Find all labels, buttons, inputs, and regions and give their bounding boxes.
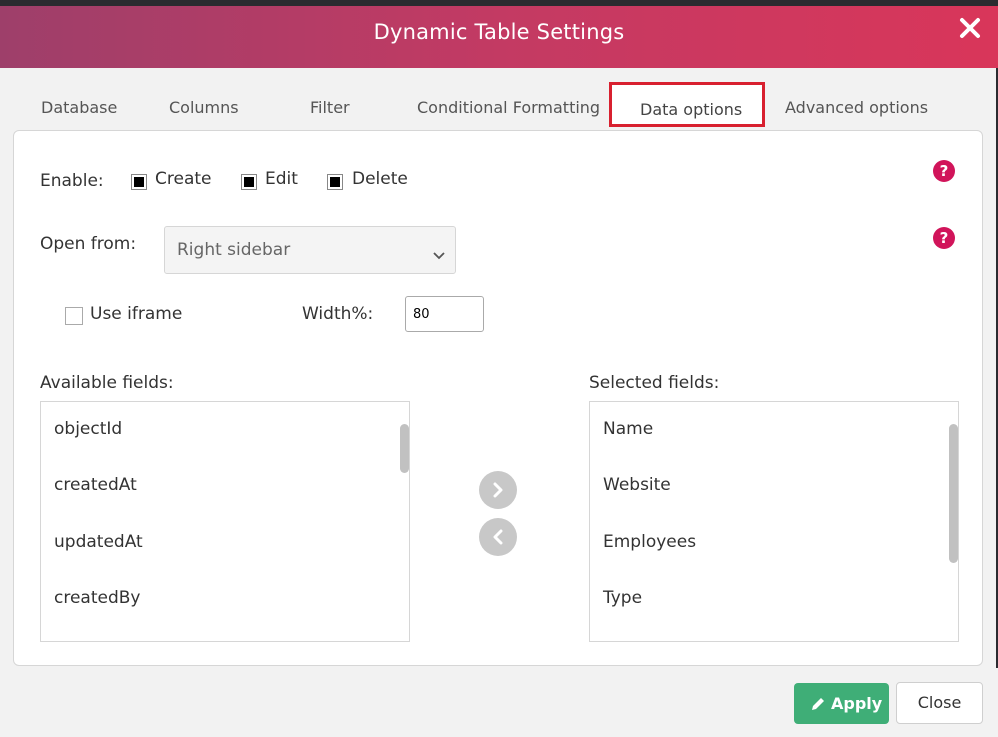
create-label[interactable]: Create	[155, 169, 212, 189]
selected-fields-list[interactable]: Name Website Employees Type	[589, 401, 959, 642]
enable-help-icon[interactable]: ?	[933, 160, 955, 182]
open-from-select[interactable]: Right sidebar	[164, 226, 456, 274]
tab-bar: Database Columns Filter Conditional Form…	[0, 82, 998, 132]
open-from-help-icon[interactable]: ?	[933, 227, 955, 249]
list-item[interactable]: Employees	[603, 532, 696, 552]
tab-filter[interactable]: Filter	[310, 98, 350, 117]
list-item[interactable]: updatedAt	[54, 532, 143, 552]
dialog-title: Dynamic Table Settings	[373, 20, 625, 44]
selected-fields-label: Selected fields:	[589, 373, 720, 393]
delete-label[interactable]: Delete	[352, 169, 408, 189]
delete-checkbox[interactable]	[327, 174, 343, 190]
tab-conditional-formatting[interactable]: Conditional Formatting	[417, 98, 600, 117]
list-item[interactable]: objectId	[54, 419, 122, 439]
list-item[interactable]: Website	[603, 475, 671, 495]
apply-button-label: Apply	[831, 694, 883, 713]
selected-fields-scrollbar[interactable]	[949, 424, 958, 563]
move-right-button[interactable]	[479, 471, 517, 509]
chevron-right-icon	[493, 482, 503, 498]
width-percent-input[interactable]	[405, 296, 484, 332]
tab-database[interactable]: Database	[41, 98, 117, 117]
dynamic-table-settings-dialog: Dynamic Table Settings Database Columns …	[0, 0, 998, 737]
list-item[interactable]: Name	[603, 419, 653, 439]
backdrop-strip	[0, 0, 998, 6]
data-options-panel: Enable: Create Edit Delete ? Open from: …	[13, 130, 983, 666]
tab-advanced-options[interactable]: Advanced options	[785, 98, 928, 117]
list-item[interactable]: createdAt	[54, 475, 137, 495]
use-iframe-label[interactable]: Use iframe	[90, 304, 182, 324]
enable-label: Enable:	[40, 171, 104, 191]
width-label: Width%:	[302, 304, 374, 324]
tab-data-options-label[interactable]: Data options	[640, 100, 742, 119]
available-fields-list[interactable]: objectId createdAt updatedAt createdBy	[40, 401, 410, 642]
apply-button[interactable]: Apply	[794, 683, 889, 724]
pencil-icon	[812, 698, 824, 710]
close-button[interactable]: Close	[896, 682, 983, 724]
create-checkbox[interactable]	[131, 174, 147, 190]
chevron-left-icon	[493, 529, 503, 545]
list-item[interactable]: Type	[603, 588, 642, 608]
move-left-button[interactable]	[479, 518, 517, 556]
tab-columns[interactable]: Columns	[169, 98, 239, 117]
chevron-down-icon	[433, 245, 445, 264]
open-from-label: Open from:	[40, 234, 137, 254]
close-icon[interactable]	[958, 16, 982, 40]
list-item[interactable]: createdBy	[54, 588, 140, 608]
edit-checkbox[interactable]	[241, 174, 257, 190]
edit-label[interactable]: Edit	[265, 169, 298, 189]
use-iframe-checkbox[interactable]	[65, 307, 83, 325]
available-fields-label: Available fields:	[40, 373, 174, 393]
open-from-selected-value: Right sidebar	[177, 240, 291, 260]
dialog-header: Dynamic Table Settings	[0, 0, 998, 68]
available-fields-scrollbar[interactable]	[400, 424, 409, 473]
